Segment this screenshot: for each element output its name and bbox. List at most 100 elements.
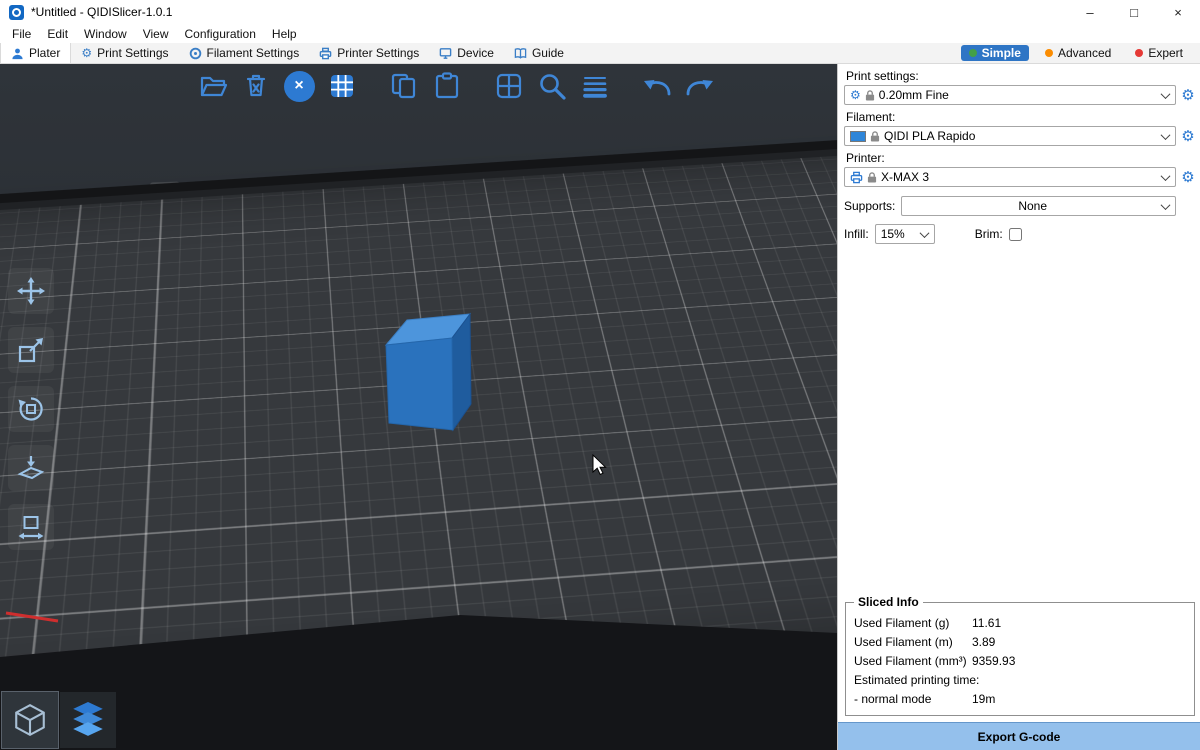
place-on-face-tool-button[interactable] bbox=[8, 445, 54, 491]
supports-value: None bbox=[907, 199, 1158, 213]
delete-all-button[interactable]: × bbox=[282, 69, 316, 103]
print-settings-combobox[interactable]: ⚙ 0.20mm Fine bbox=[844, 85, 1176, 105]
used-filament-mm3-value: 9359.93 bbox=[972, 653, 1015, 669]
tab-device[interactable]: Device bbox=[429, 43, 504, 63]
app-logo-icon bbox=[9, 5, 24, 20]
view-switch bbox=[2, 692, 116, 748]
used-filament-g-value: 11.61 bbox=[972, 615, 1001, 631]
split-icon bbox=[494, 71, 524, 101]
copy-icon bbox=[389, 71, 419, 101]
sliced-info-row: Used Filament (g) 11.61 bbox=[854, 615, 1186, 631]
delete-button[interactable] bbox=[239, 69, 273, 103]
estimated-time-label: Estimated printing time: bbox=[854, 672, 1186, 688]
normal-mode-value: 19m bbox=[972, 691, 995, 707]
mode-simple[interactable]: Simple bbox=[961, 45, 1029, 61]
delete-icon bbox=[241, 71, 271, 101]
sliced-info-row: Estimated printing time: bbox=[854, 672, 1186, 688]
tab-filament-settings[interactable]: Filament Settings bbox=[179, 43, 310, 63]
filament-row: QIDI PLA Rapido ⚙ bbox=[844, 126, 1196, 146]
mode-expert-label: Expert bbox=[1148, 46, 1183, 60]
menu-view[interactable]: View bbox=[135, 26, 177, 42]
arrange-button[interactable] bbox=[325, 69, 359, 103]
tab-plater[interactable]: Plater bbox=[0, 43, 71, 63]
paste-icon bbox=[432, 71, 462, 101]
plater-icon bbox=[11, 47, 24, 60]
paste-button[interactable] bbox=[430, 69, 464, 103]
maximize-button[interactable]: □ bbox=[1112, 0, 1156, 24]
infill-row: Infill: 15% Brim: bbox=[844, 224, 1176, 244]
main-area: × bbox=[0, 64, 1200, 750]
chevron-down-icon bbox=[919, 228, 929, 238]
chevron-down-icon bbox=[1161, 171, 1171, 181]
rotate-tool-button[interactable] bbox=[8, 386, 54, 432]
variable-layer-height-icon bbox=[580, 71, 610, 101]
print-settings-value: 0.20mm Fine bbox=[879, 88, 1158, 102]
move-tool-button[interactable] bbox=[8, 268, 54, 314]
measure-tool-button[interactable] bbox=[8, 504, 54, 550]
lock-icon bbox=[870, 130, 880, 143]
used-filament-g-label: Used Filament (g) bbox=[854, 615, 972, 631]
supports-row: Supports: None bbox=[844, 196, 1176, 216]
viewport-3d[interactable]: × bbox=[0, 64, 837, 750]
supports-label: Supports: bbox=[844, 199, 895, 213]
sliced-info-title: Sliced Info bbox=[854, 595, 923, 609]
supports-combobox[interactable]: None bbox=[901, 196, 1176, 216]
tab-filament-settings-label: Filament Settings bbox=[207, 46, 300, 60]
tab-print-settings[interactable]: ⚙ Print Settings bbox=[71, 43, 178, 63]
editor-view-button[interactable] bbox=[2, 692, 58, 748]
move-icon bbox=[16, 276, 46, 306]
tabbar: Plater ⚙ Print Settings Filament Setting… bbox=[0, 43, 1200, 64]
tab-plater-label: Plater bbox=[29, 46, 60, 60]
advanced-mode-dot-icon bbox=[1045, 49, 1053, 57]
copy-button[interactable] bbox=[387, 69, 421, 103]
menu-help[interactable]: Help bbox=[264, 26, 305, 42]
redo-button[interactable] bbox=[683, 69, 717, 103]
window-controls: – □ × bbox=[1068, 0, 1200, 24]
undo-button[interactable] bbox=[640, 69, 674, 103]
layers-view-icon bbox=[70, 701, 106, 739]
menu-edit[interactable]: Edit bbox=[39, 26, 76, 42]
sliced-info-row: Used Filament (m) 3.89 bbox=[854, 634, 1186, 650]
menu-window[interactable]: Window bbox=[76, 26, 135, 42]
tab-printer-settings-label: Printer Settings bbox=[337, 46, 419, 60]
brim-label: Brim: bbox=[975, 227, 1003, 241]
export-gcode-button[interactable]: Export G-code bbox=[838, 722, 1200, 750]
menu-configuration[interactable]: Configuration bbox=[177, 26, 264, 42]
tab-guide-label: Guide bbox=[532, 46, 564, 60]
printer-settings-icon bbox=[319, 47, 332, 60]
scale-icon bbox=[16, 335, 46, 365]
brim-checkbox[interactable] bbox=[1009, 228, 1022, 241]
tab-print-settings-label: Print Settings bbox=[97, 46, 168, 60]
edit-print-settings-gear-icon[interactable]: ⚙ bbox=[1180, 88, 1196, 103]
edit-filament-gear-icon[interactable]: ⚙ bbox=[1180, 129, 1196, 144]
gizmo-toolbar bbox=[8, 268, 54, 550]
scale-tool-button[interactable] bbox=[8, 327, 54, 373]
infill-combobox[interactable]: 15% bbox=[875, 224, 935, 244]
tab-guide[interactable]: Guide bbox=[504, 43, 574, 63]
filament-combobox[interactable]: QIDI PLA Rapido bbox=[844, 126, 1176, 146]
device-icon bbox=[439, 47, 452, 60]
expert-mode-dot-icon bbox=[1135, 49, 1143, 57]
edit-printer-gear-icon[interactable]: ⚙ bbox=[1180, 170, 1196, 185]
printer-combobox[interactable]: X-MAX 3 bbox=[844, 167, 1176, 187]
mode-advanced[interactable]: Advanced bbox=[1037, 45, 1119, 61]
sliced-info-row: Used Filament (mm³) 9359.93 bbox=[854, 653, 1186, 669]
variable-layer-height-button[interactable] bbox=[578, 69, 612, 103]
menu-file[interactable]: File bbox=[4, 26, 39, 42]
open-button[interactable] bbox=[196, 69, 230, 103]
window-title: *Untitled - QIDISlicer-1.0.1 bbox=[31, 5, 172, 19]
menubar: File Edit Window View Configuration Help bbox=[0, 24, 1200, 43]
minimize-button[interactable]: – bbox=[1068, 0, 1112, 24]
close-button[interactable]: × bbox=[1156, 0, 1200, 24]
mode-expert[interactable]: Expert bbox=[1127, 45, 1191, 61]
chevron-down-icon bbox=[1161, 130, 1171, 140]
split-button[interactable] bbox=[492, 69, 526, 103]
used-filament-mm3-label: Used Filament (mm³) bbox=[854, 653, 972, 669]
rotate-icon bbox=[16, 394, 46, 424]
tab-printer-settings[interactable]: Printer Settings bbox=[309, 43, 429, 63]
preview-view-button[interactable] bbox=[60, 692, 116, 748]
plater-toolbar: × bbox=[196, 69, 717, 103]
search-button[interactable] bbox=[535, 69, 569, 103]
settings-panel: Print settings: ⚙ 0.20mm Fine ⚙ Filament… bbox=[837, 64, 1200, 750]
guide-icon bbox=[514, 47, 527, 60]
